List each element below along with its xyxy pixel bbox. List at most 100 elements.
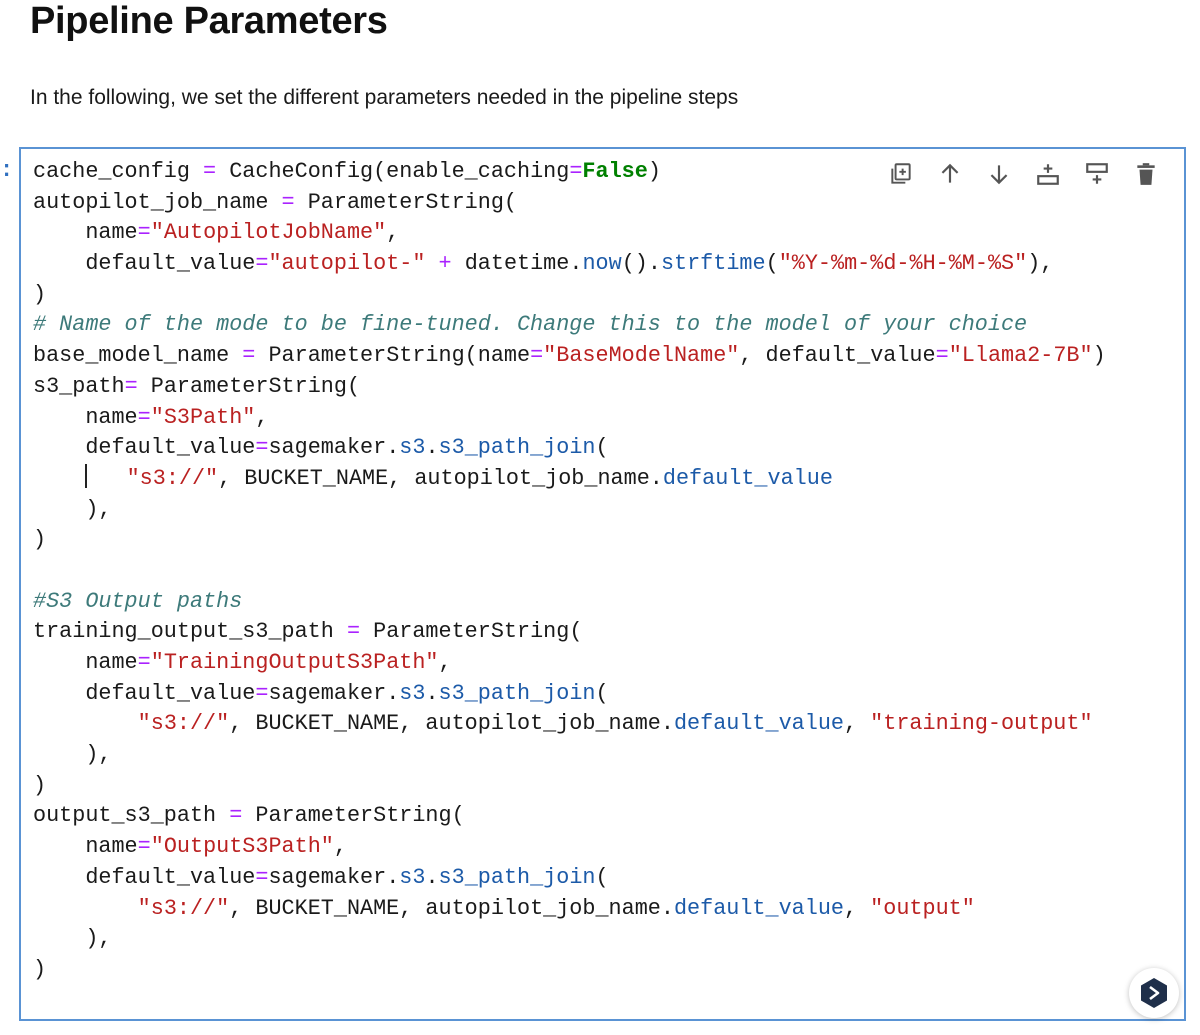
code-line: default_value="autopilot-" + datetime.no… xyxy=(33,249,1106,280)
code-token: ), xyxy=(1027,251,1054,277)
code-line: ), xyxy=(33,924,1106,955)
code-line: name="S3Path", xyxy=(33,403,1106,434)
duplicate-cell-button[interactable] xyxy=(876,157,925,191)
code-token: . xyxy=(425,680,439,706)
code-token: # Name of the mode to be fine-tuned. Cha… xyxy=(33,312,1028,338)
code-token: ( xyxy=(595,435,609,461)
code-token: output_s3_path xyxy=(33,803,230,829)
insert-above-button[interactable] xyxy=(1023,157,1072,191)
code-token: name xyxy=(33,650,138,675)
code-token: , xyxy=(386,220,400,246)
code-token: s3 xyxy=(399,435,426,461)
code-line: # Name of the mode to be fine-tuned. Cha… xyxy=(33,310,1106,341)
code-token: name xyxy=(33,220,138,246)
code-token: = xyxy=(124,373,138,399)
code-token: , BUCKET_NAME, autopilot_job_name. xyxy=(229,711,674,737)
code-line: default_value=sagemaker.s3.s3_path_join( xyxy=(33,679,1106,710)
move-up-button[interactable] xyxy=(925,157,974,191)
code-token: CacheConfig(enable_caching xyxy=(216,159,570,184)
code-token: name xyxy=(33,834,138,860)
code-token: ) xyxy=(33,527,47,553)
code-token: "%Y-%m-%d-%H-%M-%S" xyxy=(778,251,1028,277)
code-token: "autopilot-" xyxy=(268,251,426,277)
code-token: sagemaker. xyxy=(268,680,400,706)
code-token: = xyxy=(935,343,949,369)
code-token: "TrainingOutputS3Path" xyxy=(150,650,439,675)
code-token: = xyxy=(203,159,217,184)
code-line: "s3://", BUCKET_NAME, autopilot_job_name… xyxy=(33,709,1106,740)
code-token: now xyxy=(582,251,622,277)
code-token: "S3Path" xyxy=(150,404,256,430)
code-token: ), xyxy=(33,496,112,522)
code-token: default_value xyxy=(673,711,844,737)
code-token: ParameterString( xyxy=(360,619,583,645)
code-token: s3_path_join xyxy=(438,864,596,890)
code-token: ) xyxy=(647,159,661,184)
code-token: = xyxy=(255,435,269,461)
code-token: ( xyxy=(595,864,609,890)
code-token: ), xyxy=(33,926,112,952)
code-editor[interactable]: cache_config = CacheConfig(enable_cachin… xyxy=(33,157,1106,986)
code-token: (). xyxy=(621,251,661,277)
code-token: "OutputS3Path" xyxy=(150,834,334,860)
duplicate-icon xyxy=(890,163,911,184)
code-token: = xyxy=(137,220,151,246)
code-token: , xyxy=(438,650,452,675)
code-token: + xyxy=(438,251,452,277)
code-token: = xyxy=(569,159,583,184)
code-token: "training-output" xyxy=(870,711,1093,737)
trash-icon xyxy=(1136,163,1155,185)
code-token: training_output_s3_path xyxy=(33,619,347,645)
code-cell[interactable]: cache_config = CacheConfig(enable_cachin… xyxy=(19,147,1186,1021)
code-line: ), xyxy=(33,740,1106,771)
code-token: , BUCKET_NAME, autopilot_job_name. xyxy=(229,895,674,921)
code-token: "s3://" xyxy=(137,711,230,737)
code-token: "s3://" xyxy=(126,465,219,491)
arrow-down-icon xyxy=(990,165,1007,185)
code-token: ) xyxy=(33,956,47,982)
code-token: = xyxy=(137,834,151,860)
code-line: training_output_s3_path = ParameterStrin… xyxy=(33,617,1106,648)
code-token: . xyxy=(425,864,439,890)
code-token: , default_value xyxy=(739,343,936,369)
code-line: "s3://", BUCKET_NAME, autopilot_job_name… xyxy=(33,894,1106,925)
code-token: default_value xyxy=(662,465,833,491)
code-token: name xyxy=(33,404,138,430)
insert-below-icon xyxy=(1085,163,1108,184)
code-token: = xyxy=(255,864,269,890)
assistant-chevron-icon xyxy=(1141,978,1167,1008)
code-token: ) xyxy=(1092,343,1106,369)
assistant-badge[interactable] xyxy=(1129,968,1179,1018)
code-token: base_model_name xyxy=(33,343,243,369)
code-line: ) xyxy=(33,280,1106,311)
code-token: s3_path xyxy=(33,373,125,399)
code-token: = xyxy=(255,680,269,706)
code-line: ), xyxy=(33,495,1106,526)
code-token: default_value xyxy=(33,435,256,461)
code-line: name="TrainingOutputS3Path", xyxy=(33,648,1106,679)
code-token: datetime. xyxy=(451,251,583,277)
insert-below-button[interactable] xyxy=(1072,157,1121,191)
code-token: , BUCKET_NAME, autopilot_job_name. xyxy=(218,465,663,491)
code-line: base_model_name = ParameterString(name="… xyxy=(33,341,1106,372)
code-token: = xyxy=(137,650,151,675)
code-token: autopilot_job_name xyxy=(33,189,282,215)
move-down-button[interactable] xyxy=(974,157,1023,191)
code-token: ( xyxy=(595,680,609,706)
delete-cell-button[interactable] xyxy=(1121,157,1170,191)
code-token: "AutopilotJobName" xyxy=(150,220,387,246)
code-token: ) xyxy=(33,281,47,307)
code-token: s3_path_join xyxy=(438,680,596,706)
code-token: = xyxy=(242,343,256,369)
cell-toolbar xyxy=(876,157,1170,191)
code-line: name="OutputS3Path", xyxy=(33,832,1106,863)
code-token: = xyxy=(137,404,151,430)
code-line: autopilot_job_name = ParameterString( xyxy=(33,188,1106,219)
code-token: = xyxy=(346,619,361,645)
code-token: = xyxy=(281,189,295,215)
code-token: ParameterString( xyxy=(294,189,517,215)
code-token: "BaseModelName" xyxy=(543,343,740,369)
